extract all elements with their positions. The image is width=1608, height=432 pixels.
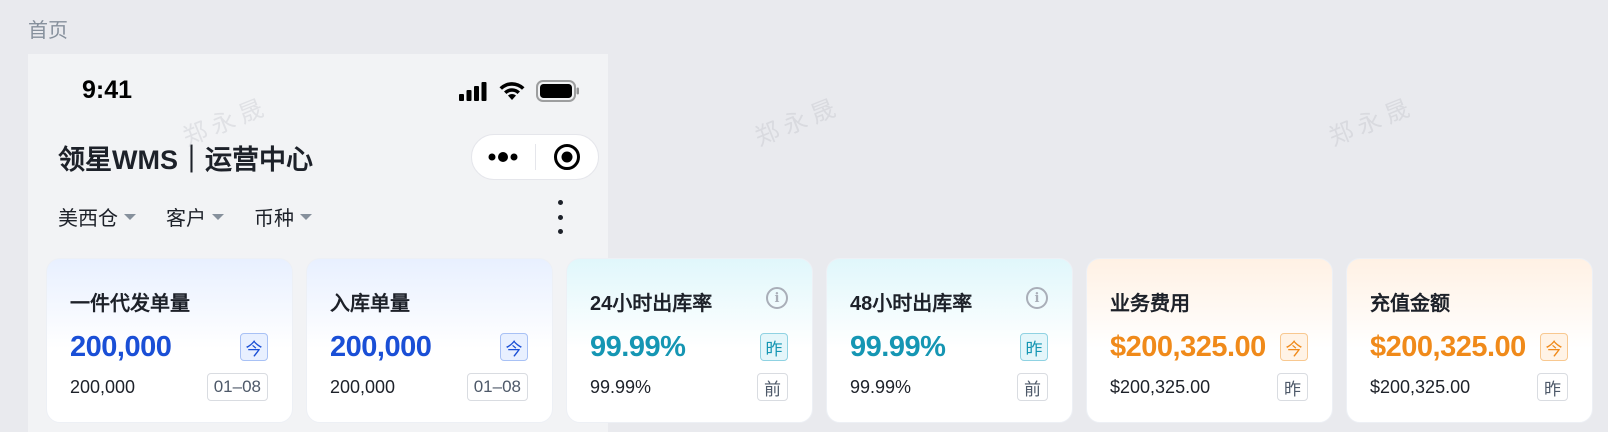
card-compare-value: 99.99% <box>590 377 652 397</box>
wifi-icon <box>499 82 525 100</box>
compare-period-tag: 01–08 <box>206 373 268 401</box>
status-icons <box>458 80 580 102</box>
filter-bar: 美西仓 客户 币种 <box>58 202 342 231</box>
card-compare-value: $200,325.00 <box>1370 377 1471 397</box>
info-icon[interactable]: i <box>1026 287 1048 309</box>
period-tag: 今 <box>1540 333 1568 361</box>
watermark: 郑永晟 <box>1324 91 1419 152</box>
caret-down-icon <box>124 213 136 220</box>
customer-filter[interactable]: 客户 <box>166 202 224 231</box>
card-title: 充值金额 <box>1370 293 1450 315</box>
caret-down-icon <box>300 213 312 220</box>
metric-card-business-fees[interactable]: 业务费用 $200,325.00 今 $200,325.00 昨 <box>1086 258 1333 423</box>
more-button[interactable] <box>472 134 535 180</box>
compare-period-tag: 昨 <box>1537 373 1568 401</box>
card-title: 48小时出库率 <box>850 293 973 315</box>
card-title: 入库单量 <box>330 293 410 315</box>
card-value: 200,000 <box>70 331 172 363</box>
compare-period-tag: 前 <box>1017 373 1048 401</box>
target-icon <box>553 144 580 170</box>
page-title: 领星WMS｜运营中心 <box>58 145 313 175</box>
status-time: 9:41 <box>82 76 133 104</box>
card-title: 业务费用 <box>1110 293 1190 315</box>
card-value: 99.99% <box>850 331 946 363</box>
signal-icon <box>459 82 487 101</box>
period-tag: 昨 <box>760 333 788 361</box>
compare-period-tag: 昨 <box>1277 373 1308 401</box>
filter-label: 币种 <box>254 208 294 230</box>
compare-period-tag: 前 <box>757 373 788 401</box>
card-compare-value: 99.99% <box>850 377 912 397</box>
filter-label: 客户 <box>166 208 206 230</box>
watermark: 郑永晟 <box>750 91 845 152</box>
period-tag: 昨 <box>1020 333 1048 361</box>
period-tag: 今 <box>240 333 268 361</box>
close-miniprogram-button[interactable] <box>536 134 599 180</box>
period-tag: 今 <box>500 333 528 361</box>
caret-down-icon <box>212 213 224 220</box>
card-compare-value: 200,000 <box>330 377 396 397</box>
card-value: $200,325.00 <box>1110 331 1266 363</box>
card-value: 200,000 <box>330 331 432 363</box>
card-title: 24小时出库率 <box>590 293 713 315</box>
status-bar: 9:41 <box>28 54 608 128</box>
battery-icon <box>536 80 579 102</box>
period-tag: 今 <box>1280 333 1308 361</box>
warehouse-filter[interactable]: 美西仓 <box>58 202 136 231</box>
card-compare-value: 200,000 <box>70 377 136 397</box>
metric-cards: 一件代发单量 200,000 今 200,000 01–08 入库单量 200,… <box>46 258 1593 423</box>
currency-filter[interactable]: 币种 <box>254 202 312 231</box>
card-value: 99.99% <box>590 331 686 363</box>
card-value: $200,325.00 <box>1370 331 1526 363</box>
metric-card-inbound-orders[interactable]: 入库单量 200,000 今 200,000 01–08 <box>306 258 553 423</box>
card-title: 一件代发单量 <box>70 293 190 315</box>
compare-period-tag: 01–08 <box>466 373 528 401</box>
more-dots-icon <box>488 152 518 162</box>
breadcrumb[interactable]: 首页 <box>28 14 68 43</box>
metric-card-recharge-amount[interactable]: 充值金额 $200,325.00 今 $200,325.00 昨 <box>1346 258 1593 423</box>
info-icon[interactable]: i <box>766 287 788 309</box>
metric-card-48h-outbound-rate[interactable]: 48小时出库率 i 99.99% 昨 99.99% 前 <box>826 258 1073 423</box>
metric-card-24h-outbound-rate[interactable]: 24小时出库率 i 99.99% 昨 99.99% 前 <box>566 258 813 423</box>
filter-label: 美西仓 <box>58 208 118 230</box>
metric-card-dropship-orders[interactable]: 一件代发单量 200,000 今 200,000 01–08 <box>46 258 293 423</box>
card-compare-value: $200,325.00 <box>1110 377 1211 397</box>
more-vertical-icon[interactable] <box>554 200 566 234</box>
miniprogram-capsule <box>471 134 599 180</box>
